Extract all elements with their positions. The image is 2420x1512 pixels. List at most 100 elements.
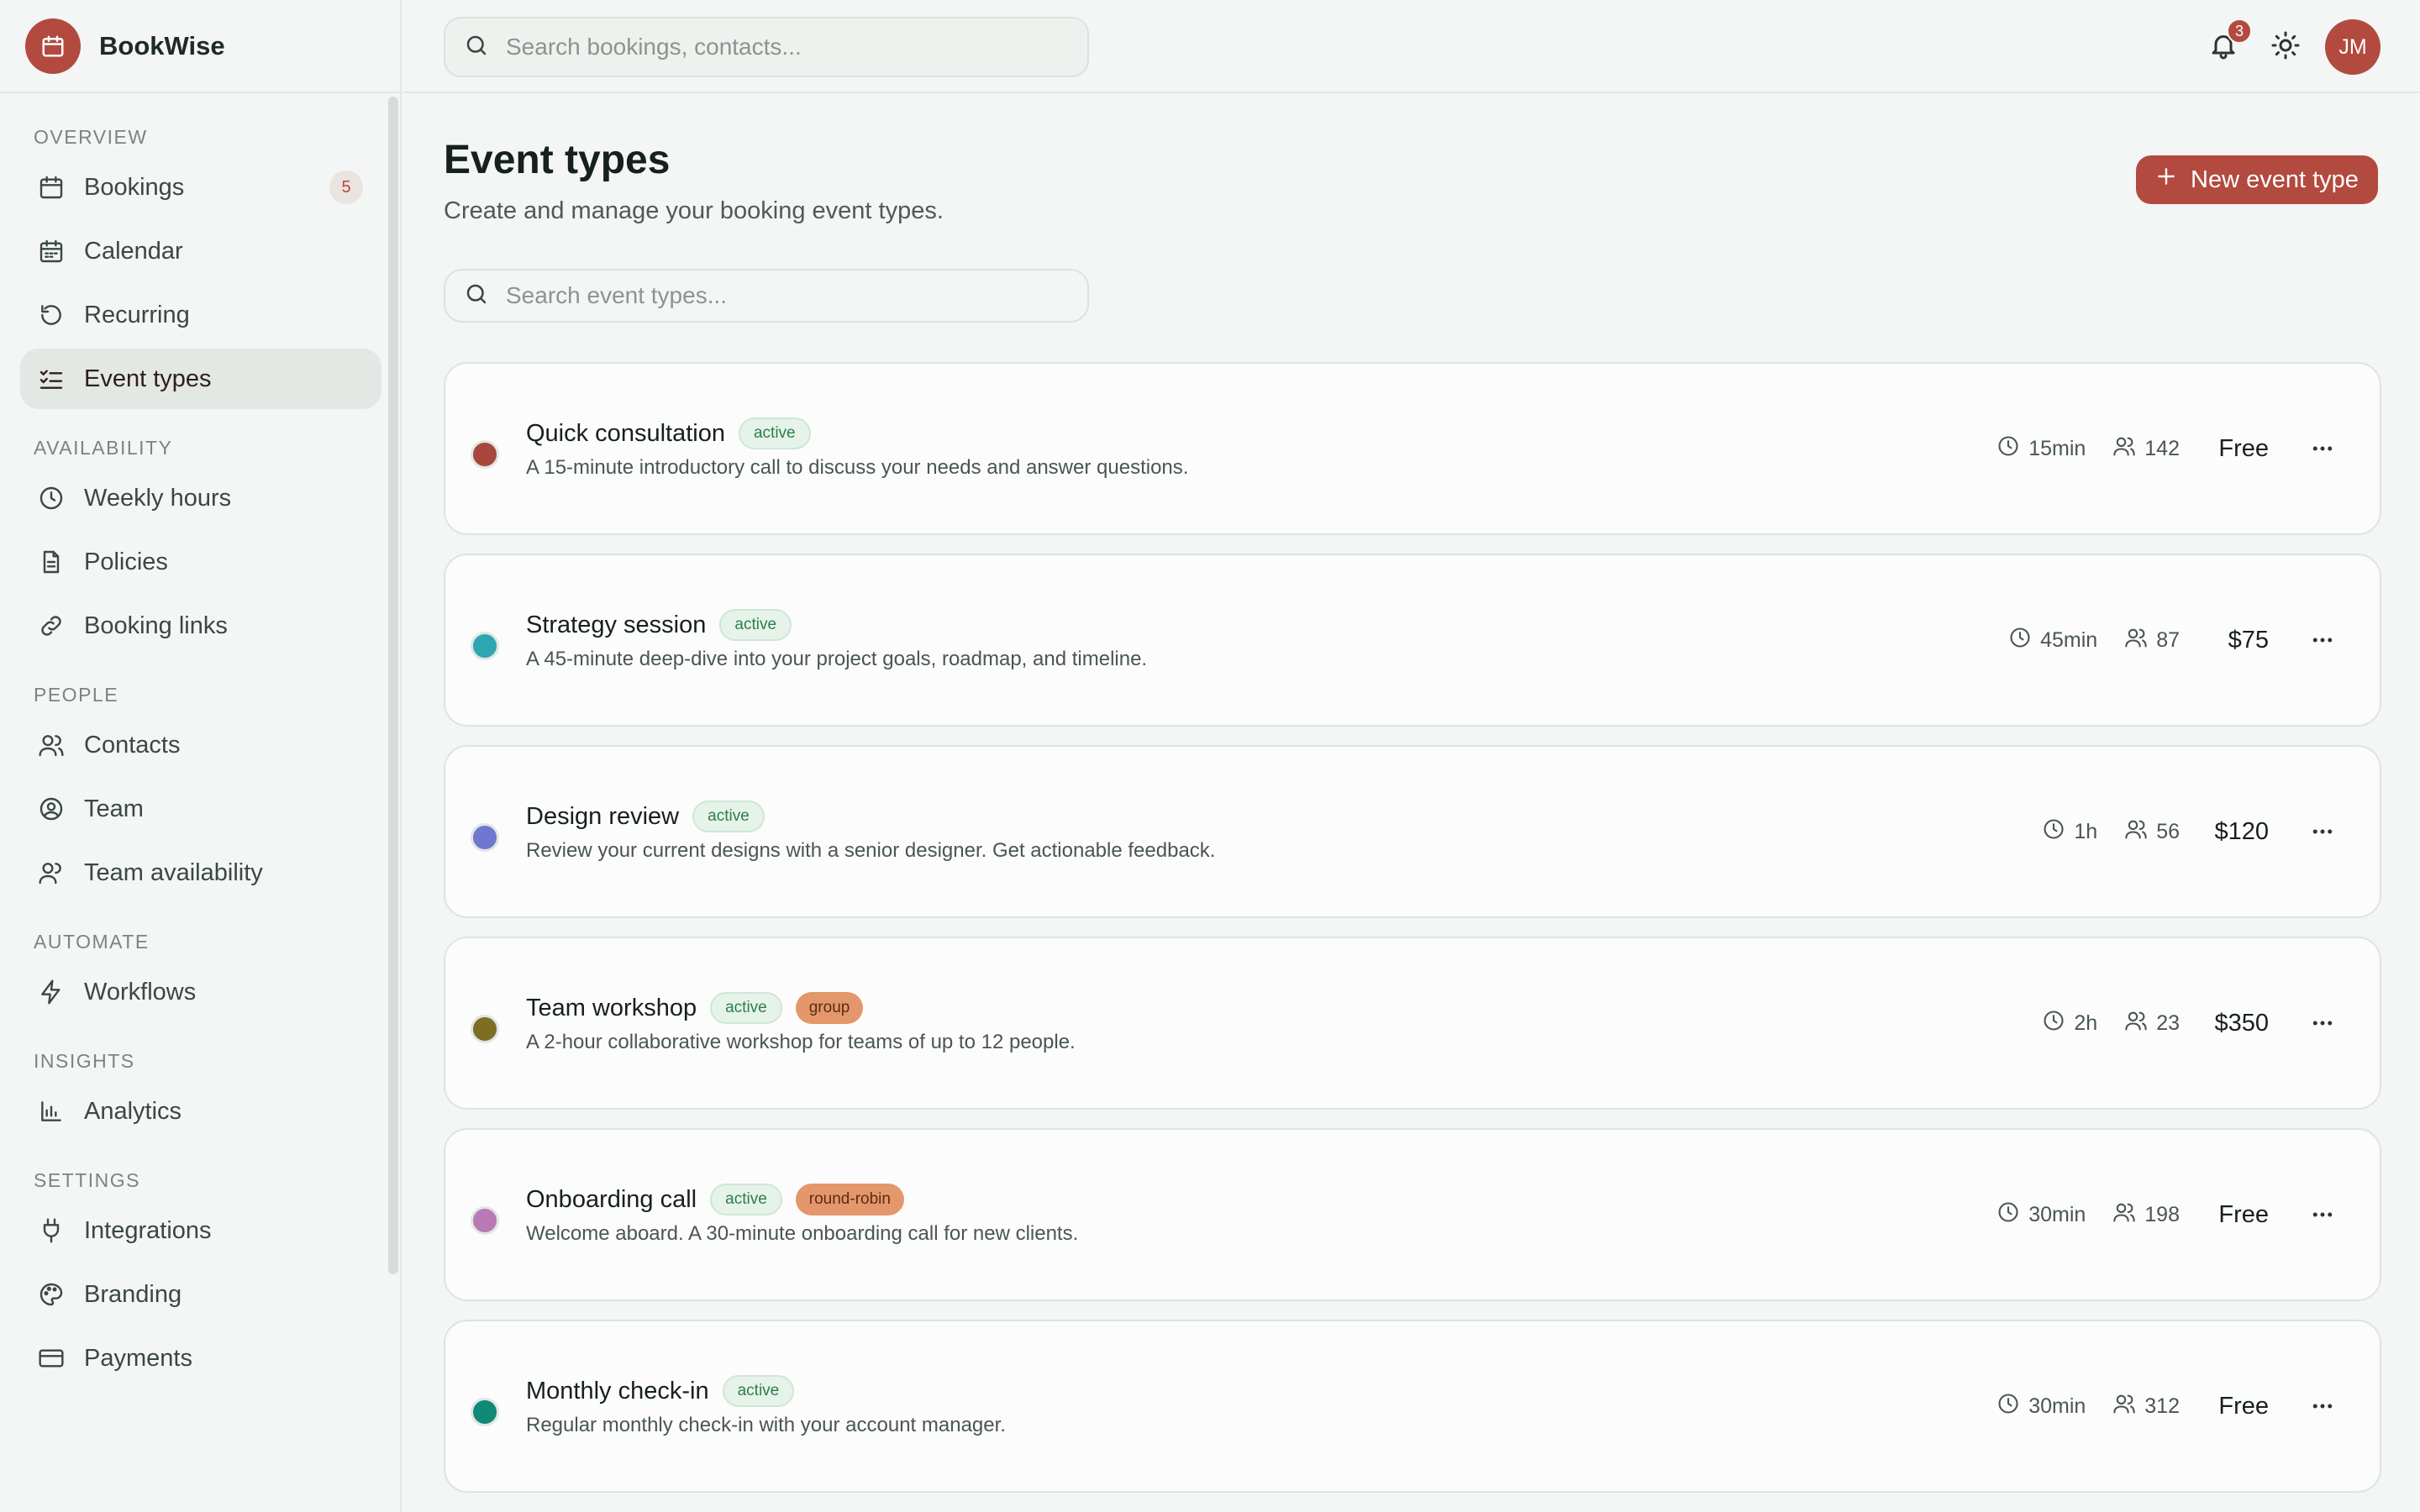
event-duration: 15min (1996, 434, 2086, 464)
event-color-dot (471, 632, 499, 660)
sun-icon[interactable] (2270, 30, 2304, 64)
brand[interactable]: BookWise (0, 0, 400, 93)
event-color-dot (471, 1398, 499, 1426)
clock-icon (1996, 1200, 2020, 1230)
topbar: 3 JM (403, 0, 2420, 93)
clock-icon (37, 484, 66, 512)
global-search-input[interactable] (506, 34, 1060, 60)
sidebar-item-branding[interactable]: Branding (20, 1264, 381, 1325)
sidebar-item-event-types[interactable]: Event types (20, 349, 381, 409)
bookings-value: 87 (2156, 627, 2180, 652)
rotate-icon (37, 301, 66, 329)
document-icon (37, 548, 66, 576)
notification-count-badge: 3 (2227, 18, 2252, 44)
sidebar-item-label: Recurring (84, 301, 190, 328)
palette-icon (37, 1280, 66, 1309)
sidebar-item-policies[interactable]: Policies (20, 532, 381, 592)
sidebar-section-label: AVAILABILITY (34, 437, 173, 459)
event-price: $75 (2228, 626, 2269, 654)
sidebar-section-label: PEOPLE (34, 684, 119, 706)
sidebar-item-workflows[interactable]: Workflows (20, 962, 381, 1022)
event-types-search-input[interactable] (506, 282, 1060, 309)
more-options-icon[interactable] (2306, 1006, 2339, 1040)
event-type-name[interactable]: Design review (526, 803, 679, 831)
event-type-description: A 2-hour collaborative workshop for team… (526, 1031, 1076, 1053)
sidebar-item-calendar[interactable]: Calendar (20, 221, 381, 281)
event-tag-active: active (722, 1375, 795, 1407)
bookings-value: 56 (2156, 819, 2180, 843)
avatar[interactable]: JM (2325, 19, 2381, 75)
sidebar-item-team-availability[interactable]: Team availability (20, 843, 381, 903)
more-options-icon[interactable] (2306, 1198, 2339, 1231)
event-duration: 30min (1996, 1200, 2086, 1230)
event-type-name[interactable]: Quick consultation (526, 420, 725, 448)
event-tag-round-robin: round-robin (795, 1184, 904, 1215)
link-icon (37, 612, 66, 640)
sidebar-item-label: Integrations (84, 1216, 212, 1244)
event-price: $120 (2214, 817, 2269, 845)
new-event-type-button[interactable]: New event type (2136, 155, 2378, 204)
bookings-count-badge: 5 (329, 171, 363, 204)
bookings-value: 142 (2144, 436, 2180, 460)
more-options-icon[interactable] (2306, 1389, 2339, 1423)
event-tag-active: active (710, 992, 782, 1024)
sidebar-item-label: Contacts (84, 731, 181, 759)
event-price: Free (2218, 434, 2269, 462)
sidebar-item-payments[interactable]: Payments (20, 1328, 381, 1389)
event-type-card[interactable]: Strategy session active A 45-minute deep-d… (444, 554, 2381, 727)
sidebar-item-label: Event types (84, 365, 212, 392)
sidebar-section-label: SETTINGS (34, 1169, 141, 1191)
sidebar-item-weekly-hours[interactable]: Weekly hours (20, 468, 381, 528)
event-type-card[interactable]: Design review active Review your current d… (444, 745, 2381, 918)
event-price: Free (2218, 1200, 2269, 1228)
event-type-name[interactable]: Monthly check-in (526, 1378, 709, 1405)
sidebar-item-label: Booking links (84, 612, 228, 639)
sidebar-item-booking-links[interactable]: Booking links (20, 596, 381, 656)
list-check-icon (37, 365, 66, 393)
sidebar-item-label: Workflows (84, 978, 197, 1005)
duration-value: 15min (2028, 436, 2086, 460)
event-type-name[interactable]: Team workshop (526, 995, 697, 1022)
event-color-dot (471, 823, 499, 852)
sidebar-item-label: Team (84, 795, 144, 822)
more-options-icon[interactable] (2306, 432, 2339, 465)
lightning-icon (37, 978, 66, 1006)
bookings-value: 198 (2144, 1202, 2180, 1226)
sidebar-item-contacts[interactable]: Contacts (20, 715, 381, 775)
users-icon (37, 731, 66, 759)
event-duration: 1h (2042, 817, 2097, 847)
event-bookings-count: 56 (2124, 817, 2180, 847)
event-type-name[interactable]: Onboarding call (526, 1186, 697, 1214)
sidebar-section-label: OVERVIEW (34, 126, 148, 148)
sidebar-item-integrations[interactable]: Integrations (20, 1200, 381, 1261)
sidebar-item-label: Policies (84, 548, 168, 575)
event-bookings-count: 23 (2124, 1009, 2180, 1038)
global-search[interactable] (444, 17, 1089, 77)
clock-icon (1996, 1392, 2020, 1421)
clock-icon (2008, 626, 2032, 655)
sidebar-scrollbar[interactable] (388, 97, 398, 1274)
user-group-icon (37, 858, 66, 887)
event-type-description: Review your current designs with a senio… (526, 839, 1216, 862)
event-color-dot (471, 1015, 499, 1043)
sidebar-item-bookings[interactable]: Bookings 5 (20, 157, 381, 218)
more-options-icon[interactable] (2306, 815, 2339, 848)
more-options-icon[interactable] (2306, 623, 2339, 657)
event-type-card[interactable]: Onboarding call active round-robin Welcome … (444, 1128, 2381, 1301)
event-type-card[interactable]: Monthly check-in active Regular monthly ch… (444, 1320, 2381, 1493)
bookings-value: 312 (2144, 1394, 2180, 1418)
event-type-list: Quick consultation active A 15-minute intr… (444, 362, 2381, 1511)
event-type-name[interactable]: Strategy session (526, 612, 706, 639)
sidebar-item-recurring[interactable]: Recurring (20, 285, 381, 345)
event-type-card[interactable]: Quick consultation active A 15-minute intr… (444, 362, 2381, 535)
sidebar-item-team[interactable]: Team (20, 779, 381, 839)
clock-icon (2042, 1009, 2065, 1038)
sidebar-item-analytics[interactable]: Analytics (20, 1081, 381, 1142)
event-price: $350 (2214, 1009, 2269, 1037)
search-icon (464, 281, 489, 311)
event-types-search[interactable] (444, 269, 1089, 323)
event-type-card[interactable]: Team workshop active group A 2-hour collabo… (444, 937, 2381, 1110)
event-type-description: Regular monthly check-in with your accou… (526, 1414, 1006, 1436)
page-title: Event types (444, 138, 671, 182)
event-tag-active: active (738, 417, 811, 449)
